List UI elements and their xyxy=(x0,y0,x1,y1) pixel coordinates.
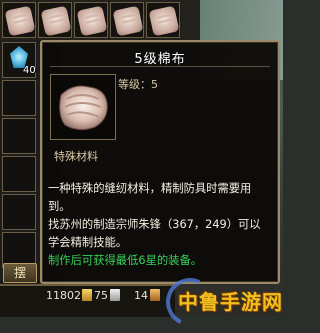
desc-line: 找苏州的制造宗师朱锋（367，249）可以 xyxy=(48,218,261,231)
item-category: 特殊材料 xyxy=(54,150,98,163)
gold-amount: 11802 xyxy=(46,289,81,302)
inventory-slot-cloth[interactable] xyxy=(74,2,108,38)
gem-count: 40 xyxy=(23,65,36,76)
cotton-cloth-icon xyxy=(59,85,108,131)
item-level: 等级：5 xyxy=(118,78,158,91)
item-description: 一种特殊的缝纫材料，精制防具时需要用 到。 找苏州的制造宗师朱锋（367，249… xyxy=(48,180,276,270)
tidy-button[interactable]: 摆 xyxy=(3,263,37,283)
inventory-slot-empty[interactable] xyxy=(2,80,36,116)
item-icon-frame xyxy=(50,74,116,140)
watermark-text: 中鲁手游网 xyxy=(178,290,283,314)
inventory-slot-empty[interactable] xyxy=(2,156,36,192)
inventory-top-row xyxy=(0,0,200,42)
inventory-slot-cloth[interactable] xyxy=(38,2,72,38)
inventory-slot-cloth[interactable] xyxy=(2,2,36,38)
points-coin-icon xyxy=(150,289,160,301)
silver-amount: 75 xyxy=(94,289,108,302)
item-tooltip: 5级棉布 等级：5 特殊材料 一种特殊的缝纫材料，精制防具时需要用 到。 找苏州… xyxy=(40,40,280,284)
desc-line: 学会精制技能。 xyxy=(48,236,128,249)
site-watermark: 中鲁手游网 xyxy=(159,271,283,333)
tooltip-divider xyxy=(50,66,270,67)
inventory-slot-gem[interactable]: 40 xyxy=(2,42,36,78)
gold-coin-icon xyxy=(82,289,92,301)
inventory-slot-empty[interactable] xyxy=(2,194,36,230)
desc-line: 一种特殊的缝纫材料，精制防具时需要用 xyxy=(48,182,252,195)
silver-coin-icon xyxy=(110,289,120,301)
points-amount: 14 xyxy=(134,289,148,302)
tooltip-title: 5级棉布 xyxy=(134,52,186,67)
inventory-slot-cloth[interactable] xyxy=(146,2,180,38)
inventory-slot-cloth[interactable] xyxy=(110,2,144,38)
desc-line: 到。 xyxy=(48,200,71,213)
inventory-slot-empty[interactable] xyxy=(2,118,36,154)
desc-highlight-line: 制作后可获得最低6星的装备。 xyxy=(48,254,203,267)
